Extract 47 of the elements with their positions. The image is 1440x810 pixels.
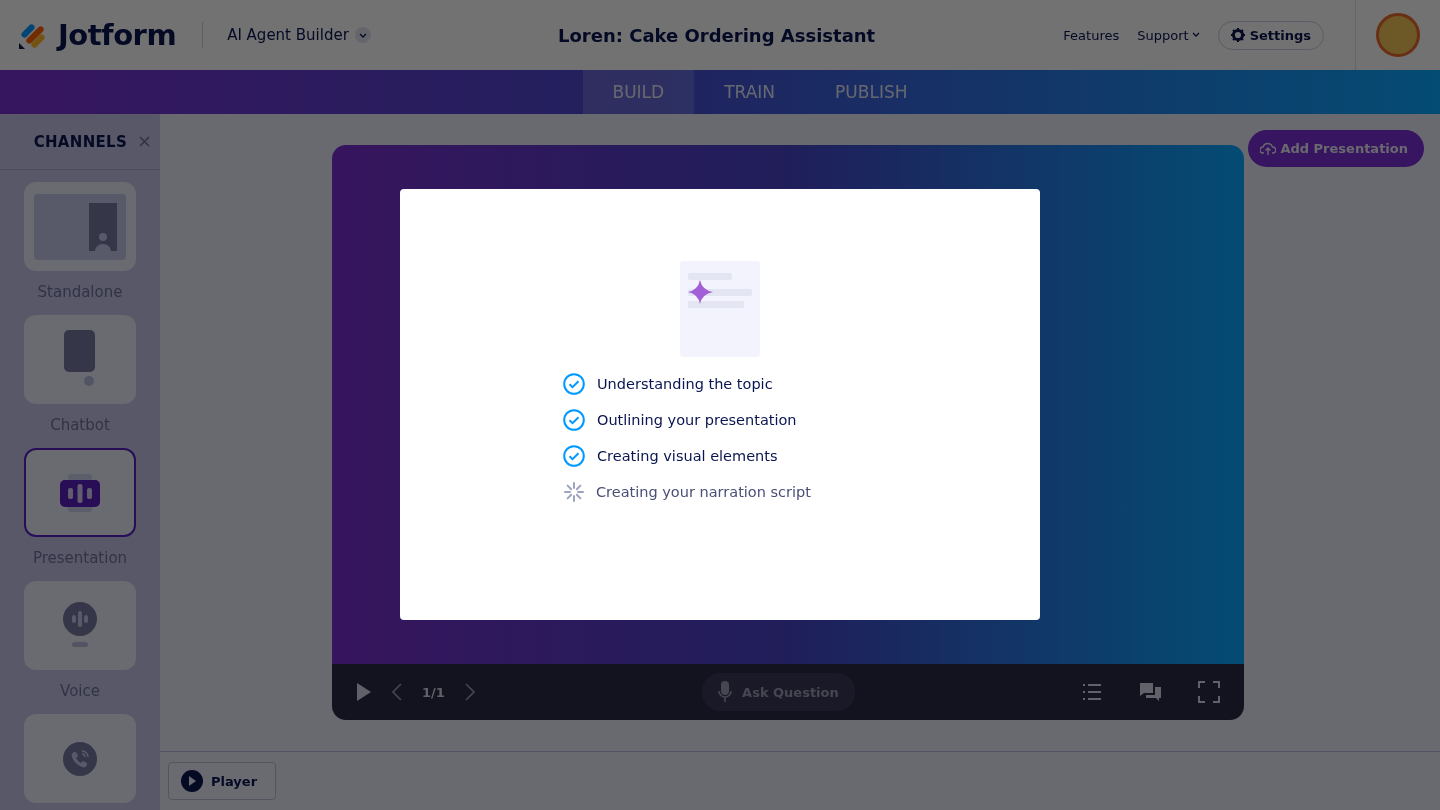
add-presentation-button[interactable]: Add Presentation (1248, 130, 1424, 167)
chevron-down-icon (1191, 32, 1200, 38)
check-circle-icon (563, 373, 585, 395)
standalone-screen-icon (34, 193, 126, 260)
play-button[interactable] (356, 682, 372, 702)
microphone-icon (718, 681, 733, 703)
play-icon (181, 770, 203, 792)
cloud-upload-icon (1260, 141, 1277, 156)
fullscreen-button[interactable] (1198, 681, 1220, 703)
progress-step: Creating visual elements (563, 445, 823, 467)
channel-card[interactable] (24, 581, 136, 670)
progress-step: Creating your narration script (563, 481, 823, 503)
voice-microphone-icon (62, 601, 98, 650)
channel-card[interactable] (24, 714, 136, 803)
progress-step: Outlining your presentation (563, 409, 823, 431)
outline-button[interactable] (1082, 683, 1102, 701)
channel-card[interactable] (24, 448, 136, 537)
chevron-right-icon (464, 683, 475, 701)
chevron-left-icon (392, 683, 402, 701)
presentation-chart-icon (60, 473, 100, 512)
fullscreen-icon (1198, 681, 1220, 703)
next-button[interactable] (464, 683, 475, 701)
page-counter: 1/1 (422, 684, 445, 700)
channel-card[interactable] (24, 315, 136, 404)
sidebar-title: CHANNELS (33, 132, 127, 151)
nav-link[interactable]: Support (1137, 27, 1200, 43)
play-icon (356, 682, 372, 702)
check-circle-icon (563, 409, 585, 431)
logo-text: Jotform (58, 18, 177, 52)
phone-call-icon (63, 741, 97, 776)
previous-button[interactable] (392, 683, 402, 701)
nav-tab[interactable]: PUBLISH (805, 70, 938, 114)
nav-tab[interactable]: TRAIN (694, 70, 806, 114)
progress-step: Understanding the topic (563, 373, 823, 395)
chat-bubbles-icon (1138, 682, 1162, 702)
channel-card[interactable] (24, 182, 136, 271)
list-icon (1082, 683, 1102, 701)
product-switcher[interactable]: AI Agent Builder (227, 26, 371, 44)
settings-icon (1230, 28, 1245, 42)
avatar[interactable] (1376, 13, 1420, 57)
check-circle-icon (563, 445, 585, 467)
chat-button[interactable] (1138, 682, 1162, 702)
player-button[interactable]: Player (168, 762, 277, 800)
loading-spinner-icon (563, 481, 585, 503)
nav-link[interactable]: Features (1063, 27, 1120, 43)
close-icon (139, 136, 150, 147)
agent-title: Loren: Cake Ordering Assistant (558, 24, 877, 46)
